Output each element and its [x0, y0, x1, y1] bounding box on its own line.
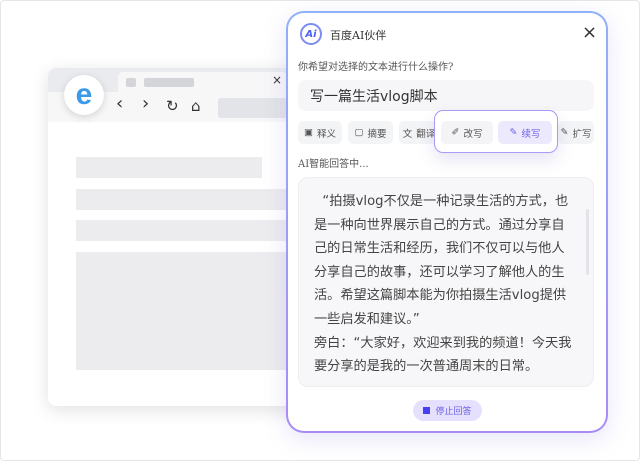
content-placeholder — [76, 252, 316, 370]
answer-paragraph: “拍摄vlog不仅是一种记录生活的方式，也是一种向世界展示自己的方式。通过分享自… — [314, 194, 569, 327]
content-placeholder — [76, 157, 262, 178]
stop-icon — [423, 407, 431, 414]
stop-answer-button[interactable]: 停止回答 — [413, 400, 482, 421]
scrollbar[interactable] — [586, 209, 589, 275]
content-placeholder — [76, 220, 316, 241]
ai-assistant-panel: Ai 百度AI伙伴 × 你希望对选择的文本进行什么操作? 写一篇生活vlog脚本… — [286, 11, 608, 433]
action-button-expand[interactable]: ✎ 扩写 — [558, 121, 594, 144]
prompt-input[interactable]: 写一篇生活vlog脚本 — [298, 80, 594, 111]
answer-paragraph: 旁白：“大家好，欢迎来到我的频道！今天我要分享的是我的一次普通周末的日常。 — [314, 335, 572, 375]
action-button-translate[interactable]: 文翻译 — [399, 121, 439, 144]
translate-icon: 文 — [402, 128, 413, 140]
reload-icon[interactable]: ↻ — [166, 97, 179, 115]
content-placeholder — [76, 189, 316, 210]
home-icon[interactable]: ⌂ — [191, 97, 201, 115]
tab-close-icon[interactable]: × — [272, 73, 282, 87]
ai-logo-icon: Ai — [300, 23, 322, 45]
browser-logo-icon: e — [64, 75, 104, 115]
question-label: 你希望对选择的文本进行什么操作? — [298, 62, 454, 73]
highlighted-actions: ✐ 改写 ✎ 续写 — [434, 110, 558, 153]
browser-window: × ‹ › ↻ ⌂ — [48, 68, 318, 406]
rewrite-icon: ✐ — [451, 127, 460, 138]
browser-tab[interactable]: × — [118, 72, 288, 92]
action-button-rewrite[interactable]: ✐ 改写 — [441, 121, 493, 144]
expand-icon: ✎ — [560, 127, 569, 138]
summary-icon: ▢ — [354, 127, 364, 138]
tab-title-placeholder — [144, 78, 194, 87]
action-button-continue[interactable]: ✎ 续写 — [498, 121, 552, 144]
tab-favicon-placeholder — [126, 78, 136, 87]
close-icon[interactable]: × — [582, 22, 597, 43]
back-icon[interactable]: ‹ — [116, 93, 123, 114]
forward-icon[interactable]: › — [142, 93, 149, 114]
action-button-summary[interactable]: ▢ 摘要 — [348, 121, 393, 144]
answer-box[interactable]: “拍摄vlog不仅是一种记录生活的方式，也是一种向世界展示自己的方式。通过分享自… — [298, 177, 594, 387]
pen-icon: ✎ — [509, 127, 518, 138]
book-icon: ▣ — [304, 127, 313, 138]
action-button-explain[interactable]: ▣ 释义 — [298, 121, 342, 144]
panel-title: 百度AI伙伴 — [330, 29, 387, 42]
status-text: AI智能回答中... — [298, 159, 369, 170]
